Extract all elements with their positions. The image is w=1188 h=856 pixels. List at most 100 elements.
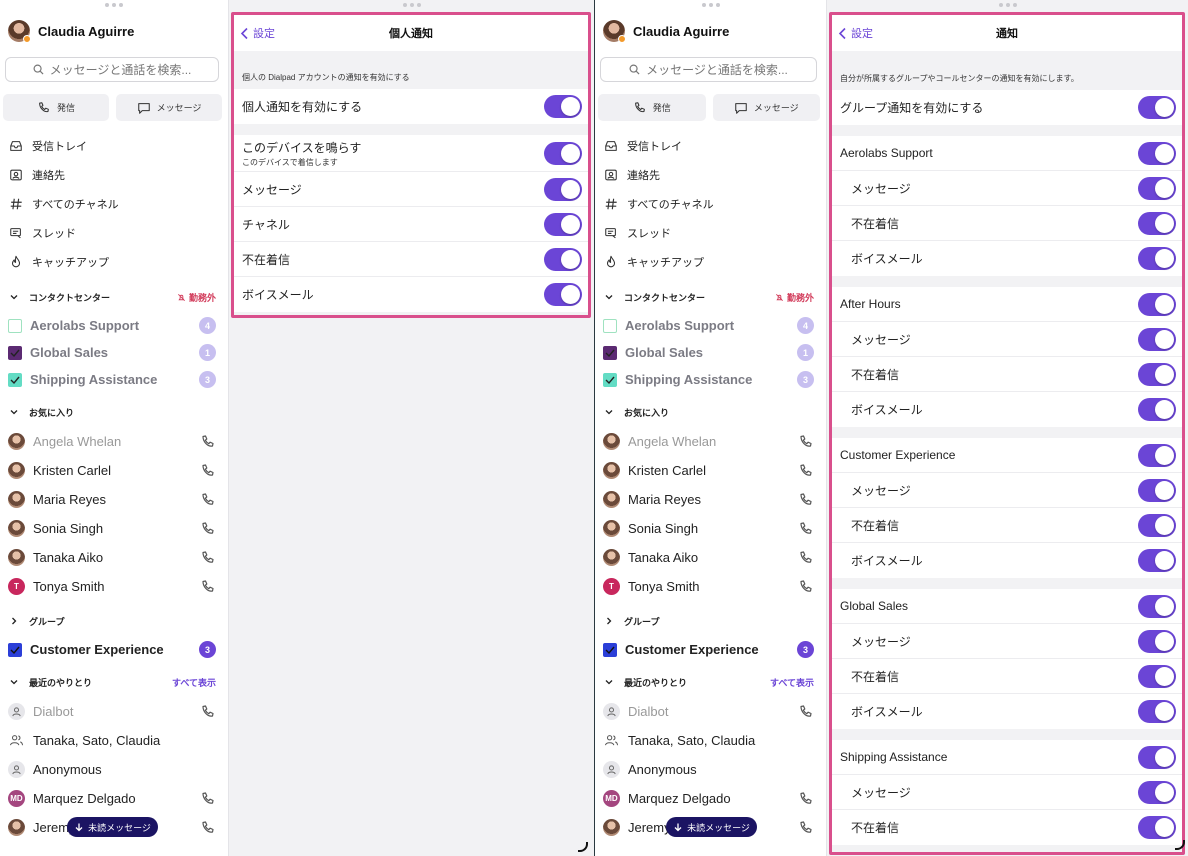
notification-toggle-row[interactable]: ボイスメール	[832, 543, 1182, 578]
toggle-switch[interactable]	[1138, 292, 1176, 316]
phone-icon[interactable]	[798, 434, 814, 450]
toggle-switch[interactable]	[544, 247, 582, 271]
toggle-switch[interactable]	[1138, 549, 1176, 572]
off-duty-status[interactable]: 勤務外	[177, 291, 216, 304]
toggle-switch[interactable]	[544, 141, 582, 165]
toggle-switch[interactable]	[1138, 362, 1176, 386]
phone-icon[interactable]	[798, 492, 814, 508]
favorite-item[interactable]: Kristen Carlel	[595, 456, 826, 485]
window-grip[interactable]	[105, 3, 123, 7]
toggle-switch[interactable]	[1138, 745, 1176, 769]
favorite-item[interactable]: T Tonya Smith	[0, 572, 228, 601]
nav-item-channels[interactable]: すべてのチャネル	[0, 189, 228, 218]
notification-toggle-row[interactable]: チャネル	[234, 207, 588, 242]
window-grip[interactable]	[402, 3, 421, 7]
recent-item[interactable]: MD Marquez Delgado	[0, 784, 228, 813]
toggle-switch[interactable]	[544, 177, 582, 201]
phone-icon[interactable]	[798, 550, 814, 566]
toggle-switch[interactable]	[1138, 780, 1176, 804]
message-button[interactable]: メッセージ	[116, 94, 222, 121]
toggle-switch[interactable]	[1138, 443, 1176, 467]
window-grip[interactable]	[998, 3, 1017, 7]
phone-icon[interactable]	[798, 463, 814, 479]
show-all-link[interactable]: すべて表示	[770, 676, 814, 689]
favorite-item[interactable]: Kristen Carlel	[0, 456, 228, 485]
nav-item-inbox[interactable]: 受信トレイ	[595, 131, 826, 160]
notification-toggle-row[interactable]: メッセージ	[832, 473, 1182, 508]
phone-icon[interactable]	[200, 434, 216, 450]
unread-messages-button[interactable]: 未読メッセージ	[666, 817, 757, 837]
nav-item-channels[interactable]: すべてのチャネル	[595, 189, 826, 218]
toggle-switch[interactable]	[1138, 211, 1176, 235]
user-header[interactable]: Claudia Aguirre	[603, 20, 729, 43]
phone-icon[interactable]	[798, 820, 814, 836]
search-input[interactable]: メッセージと通話を検索...	[5, 57, 219, 82]
unread-messages-button[interactable]: 未読メッセージ	[67, 817, 158, 837]
window-grip[interactable]	[701, 3, 720, 7]
phone-icon[interactable]	[798, 791, 814, 807]
notification-toggle-row[interactable]: メッセージ	[234, 172, 588, 207]
toggle-switch[interactable]	[1138, 176, 1176, 200]
notification-toggle-row[interactable]: ボイスメール	[832, 694, 1182, 729]
toggle-switch[interactable]	[1138, 816, 1176, 839]
group-toggle-row[interactable]: Customer Experience	[832, 438, 1182, 473]
toggle-switch[interactable]	[1138, 513, 1176, 537]
search-input[interactable]: メッセージと通話を検索...	[600, 57, 817, 82]
toggle-switch[interactable]	[1138, 96, 1176, 119]
group-item[interactable]: Customer Experience 3	[0, 635, 228, 664]
favorites-header[interactable]: お気に入り	[595, 401, 826, 423]
off-duty-status[interactable]: 勤務外	[775, 291, 814, 304]
notification-toggle-row[interactable]: 不在着信	[832, 357, 1182, 392]
notification-toggle-row[interactable]: ボイスメール	[832, 241, 1182, 276]
message-button[interactable]: メッセージ	[712, 94, 820, 121]
notification-toggle-row[interactable]: ボイスメール	[234, 277, 588, 312]
notification-toggle-row[interactable]: 不在着信	[832, 508, 1182, 543]
notification-toggle-row[interactable]: メッセージ	[832, 775, 1182, 810]
contact-center-item[interactable]: Shipping Assistance 3	[0, 366, 228, 393]
notification-toggle-row[interactable]: 不在着信	[832, 810, 1182, 845]
nav-item-contacts[interactable]: 連絡先	[595, 160, 826, 189]
favorites-header[interactable]: お気に入り	[0, 401, 228, 423]
toggle-switch[interactable]	[1138, 478, 1176, 502]
ring-device-row[interactable]: このデバイスを鳴らす このデバイスで着信します	[234, 135, 588, 172]
toggle-switch[interactable]	[1138, 629, 1176, 653]
group-item[interactable]: Customer Experience 3	[595, 635, 826, 664]
recent-header[interactable]: 最近のやりとり すべて表示	[595, 671, 826, 693]
back-button[interactable]: 設定	[240, 25, 275, 41]
groups-header[interactable]: グループ	[595, 610, 826, 632]
notification-toggle-row[interactable]: 不在着信	[234, 242, 588, 277]
toggle-switch[interactable]	[1138, 664, 1176, 688]
nav-item-inbox[interactable]: 受信トレイ	[0, 131, 228, 160]
group-toggle-row[interactable]: Global Sales	[832, 589, 1182, 624]
contact-center-item[interactable]: Shipping Assistance 3	[595, 366, 826, 393]
phone-icon[interactable]	[200, 579, 216, 595]
phone-icon[interactable]	[200, 463, 216, 479]
call-button[interactable]: 発信	[598, 94, 706, 121]
toggle-switch[interactable]	[1138, 247, 1176, 270]
recent-item[interactable]: Tanaka, Sato, Claudia	[0, 726, 228, 755]
user-header[interactable]: Claudia Aguirre	[8, 20, 134, 43]
recent-header[interactable]: 最近のやりとり すべて表示	[0, 671, 228, 693]
contact-center-header[interactable]: コンタクトセンター 勤務外	[595, 286, 826, 308]
contact-center-item[interactable]: Aerolabs Support 4	[0, 312, 228, 339]
contact-center-item[interactable]: Global Sales 1	[595, 339, 826, 366]
favorite-item[interactable]: Tanaka Aiko	[0, 543, 228, 572]
toggle-switch[interactable]	[1138, 327, 1176, 351]
favorite-item[interactable]: Maria Reyes	[0, 485, 228, 514]
nav-item-contacts[interactable]: 連絡先	[0, 160, 228, 189]
toggle-switch[interactable]	[544, 283, 582, 306]
toggle-switch[interactable]	[544, 95, 582, 118]
show-all-link[interactable]: すべて表示	[172, 676, 216, 689]
phone-icon[interactable]	[200, 704, 216, 720]
nav-item-catchup[interactable]: キャッチアップ	[0, 247, 228, 276]
nav-item-threads[interactable]: スレッド	[0, 218, 228, 247]
toggle-switch[interactable]	[1138, 398, 1176, 421]
call-button[interactable]: 発信	[3, 94, 109, 121]
recent-item[interactable]: Anonymous	[0, 755, 228, 784]
favorite-item[interactable]: Maria Reyes	[595, 485, 826, 514]
notification-toggle-row[interactable]: メッセージ	[832, 171, 1182, 206]
favorite-item[interactable]: Tanaka Aiko	[595, 543, 826, 572]
favorite-item[interactable]: Sonia Singh	[595, 514, 826, 543]
enable-group-notifications-row[interactable]: グループ通知を有効にする	[832, 90, 1182, 125]
group-toggle-row[interactable]: Shipping Assistance	[832, 740, 1182, 775]
